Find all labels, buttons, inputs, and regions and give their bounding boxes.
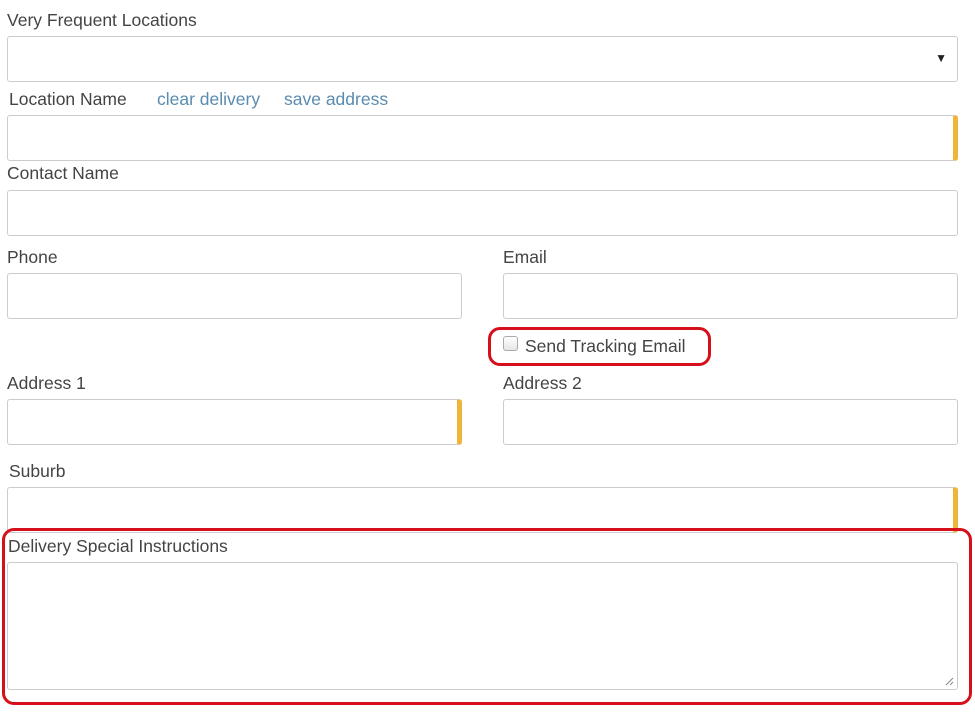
address2-input[interactable] xyxy=(503,399,958,445)
clear-delivery-link[interactable]: clear delivery xyxy=(157,89,260,110)
very-frequent-locations-select[interactable]: ▼ xyxy=(7,36,958,82)
email-label: Email xyxy=(503,247,547,267)
suburb-label: Suburb xyxy=(9,461,66,481)
address2-label: Address 2 xyxy=(503,373,582,393)
phone-label: Phone xyxy=(7,247,58,267)
contact-name-label: Contact Name xyxy=(7,163,119,183)
delivery-special-instructions-textarea[interactable] xyxy=(7,562,958,690)
location-name-label: Location Name xyxy=(9,89,127,109)
address1-label: Address 1 xyxy=(7,373,86,393)
send-tracking-email-label[interactable]: Send Tracking Email xyxy=(525,336,686,357)
save-address-link[interactable]: save address xyxy=(284,89,388,110)
email-input[interactable] xyxy=(503,273,958,319)
caret-down-icon: ▼ xyxy=(935,51,947,65)
delivery-special-instructions-label: Delivery Special Instructions xyxy=(8,536,228,557)
address1-input[interactable] xyxy=(7,399,462,445)
send-tracking-email-checkbox[interactable] xyxy=(503,336,518,351)
contact-name-input[interactable] xyxy=(7,190,958,236)
location-name-input[interactable] xyxy=(7,115,958,161)
resize-grip-icon[interactable] xyxy=(944,676,954,686)
very-frequent-locations-label: Very Frequent Locations xyxy=(7,10,197,30)
suburb-input[interactable] xyxy=(7,487,958,533)
phone-input[interactable] xyxy=(7,273,462,319)
